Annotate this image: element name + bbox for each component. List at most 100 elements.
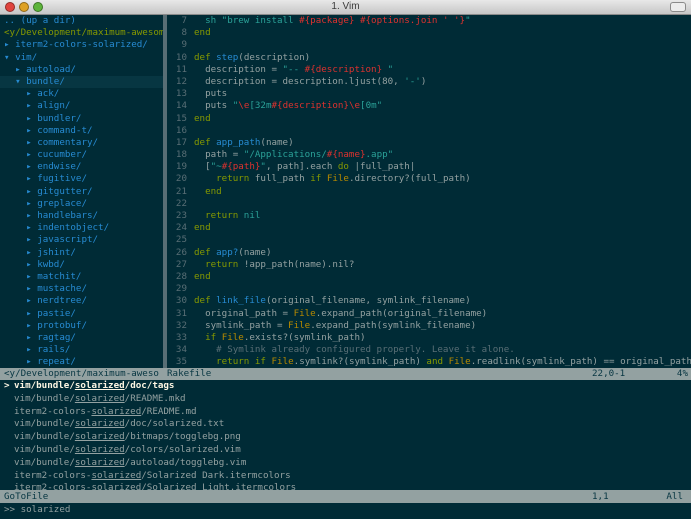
code-token: puts	[194, 100, 233, 112]
code-token: return	[194, 210, 239, 221]
result-item[interactable]: iterm2-colors-solarized/Solarized Dark.i…	[0, 470, 691, 483]
tree-item[interactable]: ▸ ack/	[0, 88, 163, 100]
code-line[interactable]: 13 puts	[167, 88, 691, 100]
line-number: 19	[175, 161, 187, 173]
code-line[interactable]: 11 description = "-- #{description} "	[167, 64, 691, 76]
tree-item[interactable]: ▸ cucumber/	[0, 149, 163, 161]
result-item[interactable]: vim/bundle/solarized/colors/solarized.vi…	[0, 444, 691, 457]
code-line[interactable]: 30 def link_file(original_filename, symli…	[167, 295, 691, 307]
tree-item[interactable]: ▸ iterm2-colors-solarized/	[0, 39, 163, 51]
result-before: iterm2-colors-	[14, 405, 92, 417]
code-line[interactable]: 21 end	[167, 186, 691, 198]
tree-item[interactable]: ▸ indentobject/	[0, 222, 163, 234]
code-line[interactable]: 8 end	[167, 27, 691, 39]
tree-item[interactable]: ▸ fugitive/	[0, 173, 163, 185]
code-line[interactable]: 24 end	[167, 222, 691, 234]
tree-item[interactable]: ▸ command-t/	[0, 125, 163, 137]
result-item[interactable]: vim/bundle/solarized/doc/solarized.txt	[0, 418, 691, 431]
code-line[interactable]: 18 path = "/Applications/#{name}.app"	[167, 149, 691, 161]
code-token: "~	[210, 161, 222, 173]
result-item[interactable]: vim/bundle/solarized/autoload/togglebg.v…	[0, 457, 691, 470]
code-line[interactable]: 29	[167, 283, 691, 295]
code-line[interactable]: 9	[167, 39, 691, 51]
tree-item[interactable]: ▸ jshint/	[0, 247, 163, 259]
code-line[interactable]: 17 def app_path(name)	[167, 137, 691, 149]
code-token: end	[194, 112, 211, 124]
code-line[interactable]: 25	[167, 234, 691, 246]
line-number: 33	[175, 331, 187, 343]
result-before: vim/bundle/	[14, 418, 75, 430]
code-line[interactable]: 32 symlink_path = File.expand_path(symli…	[167, 320, 691, 332]
tree-item[interactable]: ▸ ragtag/	[0, 332, 163, 344]
tree-item[interactable]: ▸ handlebars/	[0, 210, 163, 222]
tree-item[interactable]: <y/Development/maximum-awesome/	[0, 27, 163, 39]
code-line[interactable]: 31 original_path = File.expand_path(orig…	[167, 308, 691, 320]
tree-item[interactable]: ▸ rails/	[0, 344, 163, 356]
code-line[interactable]: 22	[167, 198, 691, 210]
result-after: /bitmaps/togglebg.png	[124, 431, 241, 443]
code-line[interactable]: 16	[167, 125, 691, 137]
line-number: 29	[175, 283, 187, 295]
code-line[interactable]: 35 return if File.symlink?(symlink_path)…	[167, 356, 691, 368]
code-line[interactable]: 15 end	[167, 113, 691, 125]
tree-item[interactable]: ▸ commentary/	[0, 137, 163, 149]
toolbar-toggle-icon[interactable]	[670, 2, 686, 12]
result-item[interactable]: vim/bundle/solarized/README.mkd	[0, 393, 691, 406]
code-token: .symlink?(symlink_path)	[293, 356, 427, 368]
line-number: 34	[175, 344, 187, 356]
line-number: 9	[181, 39, 187, 51]
result-after: /colors/solarized.vim	[124, 443, 241, 455]
code-line[interactable]: 7 sh "brew install #{package} #{options.…	[167, 15, 691, 27]
tree-item[interactable]: ▸ protobuf/	[0, 320, 163, 332]
tree-item[interactable]: ▸ align/	[0, 100, 163, 112]
result-match: solarized	[74, 392, 125, 404]
result-item[interactable]: > vim/bundle/solarized/doc/tags	[0, 380, 691, 393]
code-token: end	[194, 185, 222, 197]
tree-item[interactable]: ▸ endwise/	[0, 161, 163, 173]
code-line[interactable]: 33 if File.exists?(symlink_path)	[167, 332, 691, 344]
nerdtree-pane[interactable]: .. (up a dir) <y/Development/maximum-awes…	[0, 15, 163, 368]
tree-item[interactable]: ▸ bundler/	[0, 113, 163, 125]
result-after: /README.md	[141, 405, 197, 417]
code-line[interactable]: 10 def step(description)	[167, 52, 691, 64]
code-token: path =	[194, 149, 244, 161]
tree-item[interactable]: ▾ vim/	[0, 52, 163, 64]
command-line[interactable]: >> solarized	[0, 503, 691, 519]
tree-item[interactable]: ▸ nerdtree/	[0, 295, 163, 307]
code-line[interactable]: 20 return full_path if File.directory?(f…	[167, 173, 691, 185]
code-line[interactable]: 28 end	[167, 271, 691, 283]
code-line[interactable]: 12 description = description.ljust(80, '…	[167, 76, 691, 88]
line-number: 26	[175, 246, 187, 258]
code-token: [	[194, 161, 211, 173]
tree-item[interactable]: ▸ pastie/	[0, 308, 163, 320]
result-item[interactable]: iterm2-colors-solarized/Solarized Light.…	[0, 482, 691, 490]
tree-item[interactable]: ▸ autoload/	[0, 64, 163, 76]
gotofile-results[interactable]: > vim/bundle/solarized/doc/tags vim/bundle…	[0, 380, 691, 490]
line-number: 15	[175, 112, 187, 124]
code-editor-pane[interactable]: 7 sh "brew install #{package} #{options.…	[167, 15, 691, 368]
tree-item[interactable]: ▸ javascript/	[0, 234, 163, 246]
code-line[interactable]: 27 return !app_path(name).nil?	[167, 259, 691, 271]
code-line[interactable]: 34 # Symlink already configured properly…	[167, 344, 691, 356]
line-number: 18	[175, 149, 187, 161]
code-line[interactable]: 26 def app?(name)	[167, 247, 691, 259]
code-token: def	[194, 51, 217, 63]
result-item[interactable]: iterm2-colors-solarized/README.md	[0, 406, 691, 419]
code-token: sh "brew install	[194, 15, 300, 26]
command-input[interactable]: solarized	[21, 504, 71, 515]
tree-item[interactable]: .. (up a dir)	[0, 15, 163, 27]
tree-item[interactable]: ▸ greplace/	[0, 198, 163, 210]
tree-item[interactable]: ▸ gitgutter/	[0, 186, 163, 198]
tree-item[interactable]: ▸ matchit/	[0, 271, 163, 283]
line-number: 32	[175, 319, 187, 331]
line-number: 25	[175, 234, 187, 246]
code-line[interactable]: 23 return nil	[167, 210, 691, 222]
tree-item[interactable]: ▸ mustache/	[0, 283, 163, 295]
result-before: iterm2-colors-	[14, 482, 92, 490]
tree-item[interactable]: ▸ repeat/	[0, 356, 163, 368]
tree-item[interactable]: ▸ kwbd/	[0, 259, 163, 271]
result-item[interactable]: vim/bundle/solarized/bitmaps/togglebg.pn…	[0, 431, 691, 444]
code-line[interactable]: 19 ["~#{path}", path].each do |full_path…	[167, 161, 691, 173]
code-line[interactable]: 14 puts "\e[32m#{description}\e[0m"	[167, 100, 691, 112]
tree-item[interactable]: ▾ bundle/	[0, 75, 163, 89]
